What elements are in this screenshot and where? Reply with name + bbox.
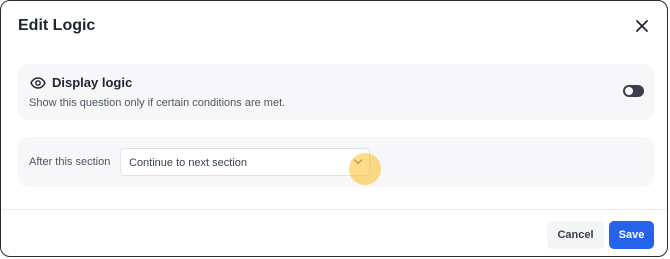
eye-icon	[30, 76, 46, 89]
edit-logic-dialog: Edit Logic Display logic Show this quest…	[0, 0, 668, 257]
dialog-title: Edit Logic	[18, 17, 96, 34]
chevron-down-icon	[353, 158, 363, 166]
display-logic-title: Display logic	[52, 75, 133, 90]
display-logic-description: Show this question only if certain condi…	[29, 97, 286, 109]
dialog-header: Edit Logic	[1, 1, 667, 53]
display-logic-toggle[interactable]	[623, 85, 644, 97]
save-button[interactable]: Save	[609, 221, 654, 249]
after-section-card: After this section Continue to next sect…	[18, 137, 654, 187]
after-section-select[interactable]: Continue to next section	[120, 148, 370, 176]
close-icon[interactable]	[633, 17, 651, 35]
after-section-label: After this section	[29, 156, 111, 168]
display-logic-header: Display logic	[30, 75, 132, 90]
footer-divider	[1, 209, 667, 210]
cancel-button[interactable]: Cancel	[547, 221, 604, 249]
display-logic-card: Display logic Show this question only if…	[18, 64, 654, 120]
select-value: Continue to next section	[129, 157, 248, 169]
toggle-knob	[625, 87, 633, 95]
